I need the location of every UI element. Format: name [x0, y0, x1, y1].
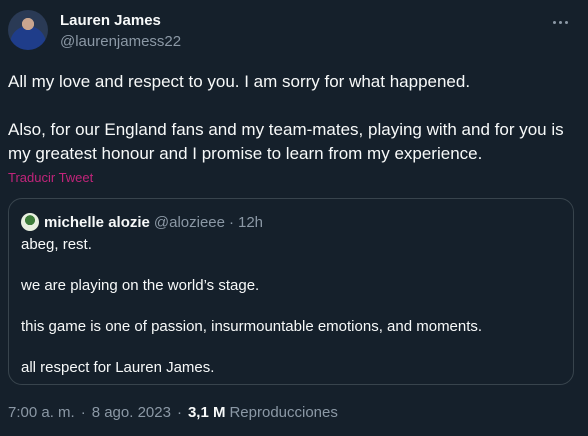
quoted-author-name: michelle alozie: [44, 213, 150, 231]
author-avatar[interactable]: [8, 10, 48, 50]
quoted-tweet-text: abeg, rest. we are playing on the world’…: [21, 235, 482, 378]
tweet-header: Lauren James @laurenjamess22: [8, 10, 578, 56]
tweet-meta: 7:00 a. m. · 8 ago. 2023 · 3,1 M Reprodu…: [8, 404, 338, 421]
author-name[interactable]: Lauren James: [60, 12, 161, 29]
translate-tweet-link[interactable]: Traducir Tweet: [8, 170, 93, 185]
tweet-text: All my love and respect to you. I am sor…: [8, 70, 578, 166]
author-handle[interactable]: @laurenjamess22: [60, 33, 181, 50]
more-horizontal-icon[interactable]: [548, 12, 572, 32]
tweet-time[interactable]: 7:00 a. m.: [8, 404, 75, 421]
tweet-paragraph: Also, for our England fans and my team-m…: [8, 120, 564, 163]
quoted-tweet-time: 12h: [238, 213, 264, 231]
views-label: Reproducciones: [229, 404, 338, 421]
quoted-tweet-header: michelle alozie @alozieee · 12h: [21, 213, 263, 231]
quoted-line: all respect for Lauren James.: [21, 359, 215, 376]
quoted-tweet[interactable]: michelle alozie @alozieee · 12h abeg, re…: [8, 198, 574, 385]
quoted-line: abeg, rest.: [21, 236, 92, 253]
views-count: 3,1 M: [187, 404, 226, 421]
separator-dot: ·: [176, 404, 182, 421]
tweet-date[interactable]: 8 ago. 2023: [92, 404, 171, 421]
separator-dot: ·: [80, 404, 86, 421]
quoted-author-avatar: [21, 213, 39, 231]
separator-dot: ·: [229, 213, 234, 231]
tweet-paragraph: All my love and respect to you. I am sor…: [8, 72, 471, 91]
quoted-line: this game is one of passion, insurmounta…: [21, 318, 483, 335]
quoted-author-handle: @alozieee: [153, 213, 225, 231]
quoted-line: we are playing on the world’s stage.: [21, 277, 260, 294]
